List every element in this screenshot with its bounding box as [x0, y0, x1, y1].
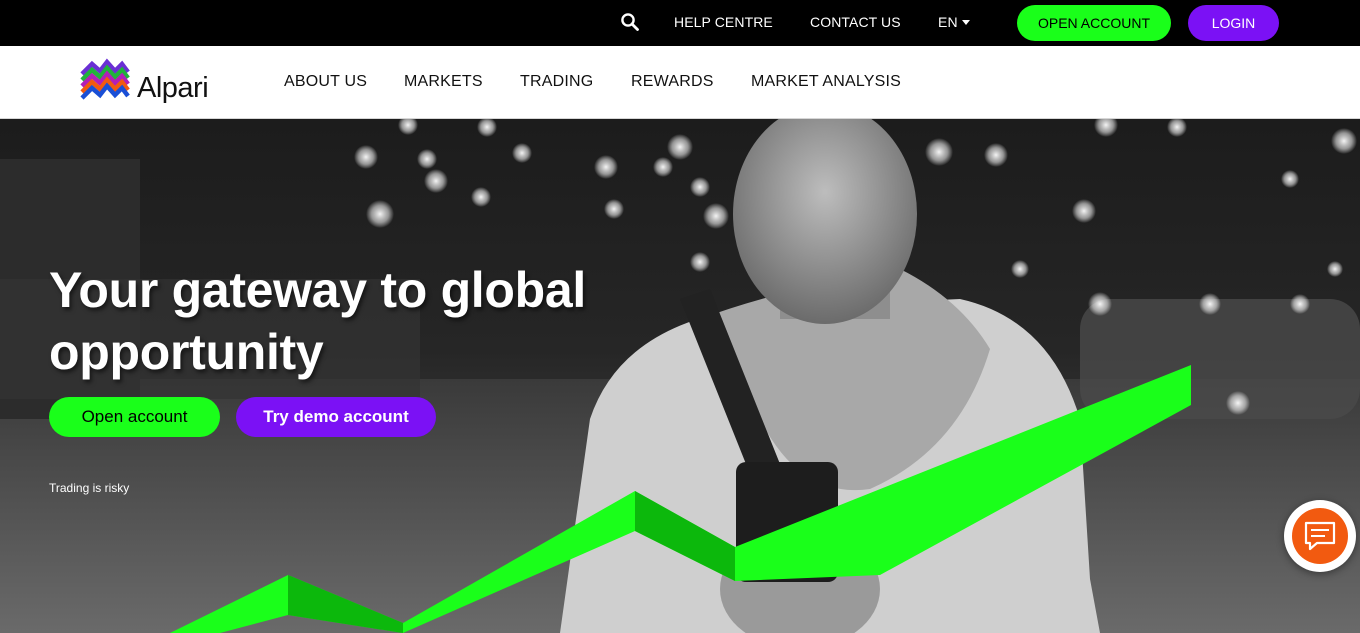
hero-title-line-1: Your gateway to global	[49, 262, 586, 318]
login-button[interactable]: LOGIN	[1188, 5, 1279, 41]
brand-name: Alpari	[137, 72, 209, 104]
nav-item-rewards[interactable]: REWARDS	[631, 73, 714, 91]
contact-us-link[interactable]: CONTACT US	[810, 14, 901, 30]
nav-item-market-analysis[interactable]: MARKET ANALYSIS	[751, 73, 901, 91]
hero-title: Your gateway to global opportunity	[49, 259, 649, 383]
language-selector[interactable]: EN	[938, 14, 970, 30]
try-demo-account-button[interactable]: Try demo account	[236, 397, 436, 437]
chat-button[interactable]	[1284, 500, 1356, 572]
chevron-down-icon	[961, 20, 970, 25]
help-centre-link[interactable]: HELP CENTRE	[674, 14, 773, 30]
nav-item-about-us[interactable]: ABOUT US	[284, 73, 367, 91]
hero-banner: Your gateway to global opportunity Open a…	[0, 119, 1360, 633]
language-label: EN	[938, 14, 958, 30]
nav-item-markets[interactable]: MARKETS	[404, 73, 483, 91]
open-account-button-top[interactable]: OPEN ACCOUNT	[1017, 5, 1171, 41]
chat-bubble-icon	[1304, 521, 1336, 551]
alpari-logo[interactable]: Alpari	[80, 58, 230, 108]
hero-title-line-2: opportunity	[49, 324, 324, 380]
alpari-logo-icon	[80, 58, 130, 100]
risk-warning: Trading is risky	[49, 481, 130, 495]
search-icon[interactable]	[620, 12, 640, 32]
open-account-button[interactable]: Open account	[49, 397, 220, 437]
nav-item-trading[interactable]: TRADING	[520, 73, 593, 91]
top-utility-bar: HELP CENTRE CONTACT US EN OPEN ACCOUNT L…	[0, 0, 1360, 46]
main-nav: Alpari ABOUT US MARKETS TRADING REWARDS …	[0, 46, 1360, 119]
